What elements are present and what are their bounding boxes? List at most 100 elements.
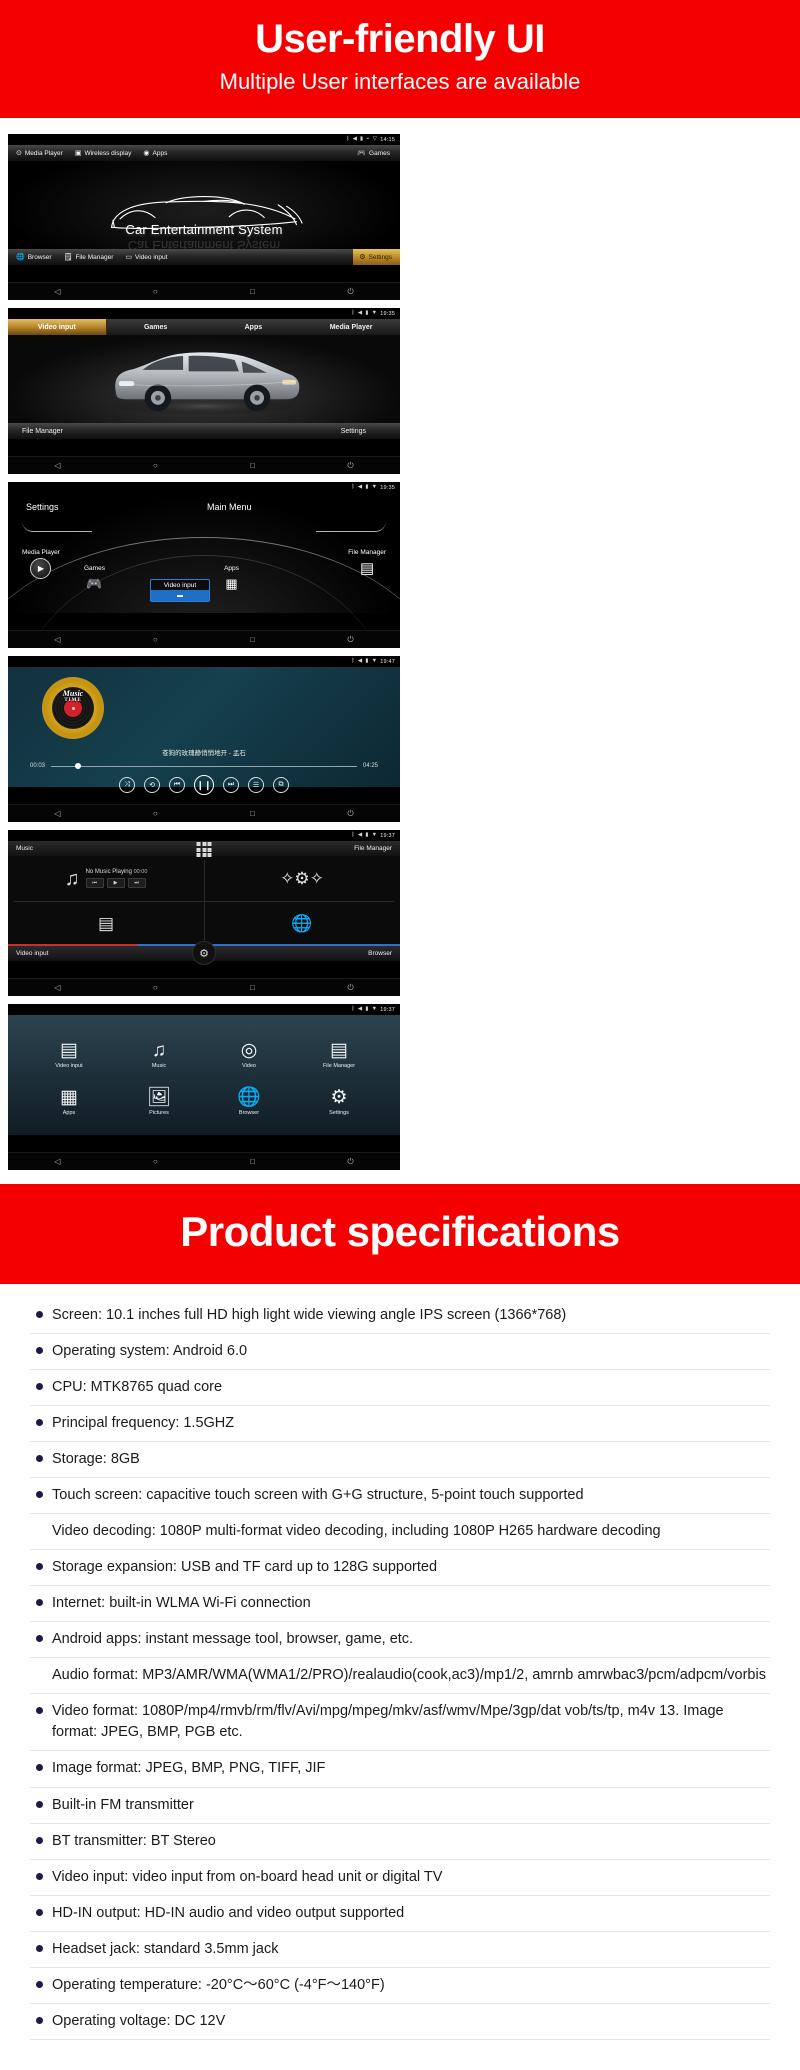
recents-icon[interactable]: □ — [250, 1157, 255, 1166]
play-icon[interactable]: ▶ — [106, 878, 125, 889]
back-icon[interactable]: ◁ — [54, 635, 60, 644]
menu-item-media-player[interactable]: ⊙ Media Player — [8, 145, 69, 161]
top-item-music[interactable]: Music — [16, 845, 33, 852]
play-circle-icon: ⊙ — [16, 149, 22, 157]
app-pictures[interactable]: 🖼 Pictures — [147, 1088, 171, 1116]
menu-item-browser[interactable]: 🌐 Browser — [8, 249, 58, 265]
menu-item-label: Browser — [27, 253, 52, 261]
playlist-icon[interactable]: ☰ — [248, 777, 264, 794]
power-icon[interactable]: ⏻ — [347, 635, 353, 644]
tab-apps[interactable]: Apps — [205, 319, 303, 335]
bullet-icon — [36, 1908, 43, 1916]
shuffle-icon[interactable]: ⤨ — [119, 777, 135, 794]
menu-item-apps[interactable]: Apps ▦ — [222, 565, 241, 593]
wifi-icon: ▼ — [371, 1005, 378, 1012]
power-icon[interactable]: ⏻ — [347, 1157, 353, 1166]
equalizer-icon[interactable]: ⧉ — [273, 777, 289, 794]
recents-icon[interactable]: □ — [250, 287, 255, 296]
recents-icon[interactable]: □ — [250, 461, 255, 470]
menu-item-video-input[interactable]: Video input ▬ — [150, 579, 210, 603]
menu-item-games[interactable]: 🎮 Games — [351, 145, 400, 161]
menu-item-games[interactable]: Games 🎮 — [84, 565, 105, 593]
app-file-manager[interactable]: ▤ File Manager — [323, 1041, 355, 1069]
tab-media-player[interactable]: Media Player — [302, 319, 400, 335]
status-time: 19:37 — [380, 1006, 395, 1013]
android-nav-bar: ◁ ○ □ ⏻ — [8, 282, 400, 301]
back-icon[interactable]: ◁ — [54, 287, 60, 296]
repeat-icon[interactable]: ⟲ — [144, 777, 160, 794]
gear-icon[interactable]: ⚙ — [192, 941, 216, 966]
app-browser[interactable]: 🌐 Browser — [237, 1088, 261, 1116]
spec-row: Internet: built-in WLMA Wi-Fi connection — [30, 1586, 770, 1623]
tab-bar: Video input Games Apps Media Player — [8, 319, 400, 336]
now-playing-widget[interactable]: ♫ No Music Playing 00:00 ⏮ ▶ ⏭ — [8, 856, 204, 901]
spec-text: Storage expansion: USB and TF card up to… — [52, 1559, 438, 1576]
gamepad-icon: 🎮 — [86, 575, 103, 591]
home-icon[interactable]: ○ — [153, 1157, 158, 1166]
tile-video-input[interactable]: ▤ — [8, 901, 204, 946]
menu-item-wireless-display[interactable]: ▣ Wireless display — [69, 145, 138, 161]
previous-icon[interactable]: ⏮ — [169, 777, 185, 794]
spec-text: Android apps: instant message tool, brow… — [52, 1631, 414, 1648]
back-icon[interactable]: ◁ — [54, 983, 60, 992]
mute-icon: ◀ — [357, 1005, 363, 1012]
menu-item-label: Apps — [224, 565, 239, 573]
back-icon[interactable]: ◁ — [54, 809, 60, 818]
app-apps[interactable]: ▦ Apps — [60, 1088, 78, 1116]
specifications-list: Screen: 10.1 inches full HD high light w… — [0, 1284, 800, 2069]
home-icon[interactable]: ○ — [153, 635, 158, 644]
recents-icon[interactable]: □ — [250, 809, 255, 818]
app-label: Music — [151, 1062, 167, 1069]
tile-browser[interactable]: 🌐 — [204, 901, 400, 946]
menu-item-apps[interactable]: ◉ Apps — [137, 145, 173, 161]
top-item-file-manager[interactable]: File Manager — [354, 845, 392, 852]
power-icon[interactable]: ⏻ — [347, 461, 353, 470]
seek-bar-row[interactable]: 00:03 04:25 — [30, 763, 378, 770]
next-icon[interactable]: ⏭ — [223, 777, 239, 794]
next-icon[interactable]: ⏭ — [127, 878, 146, 889]
top-menu-bar: ⊙ Media Player ▣ Wireless display ◉ Apps — [8, 145, 400, 162]
bottom-item-settings[interactable]: Settings — [341, 428, 366, 435]
previous-icon[interactable]: ⏮ — [85, 878, 104, 889]
menu-item-video-input[interactable]: ▭ Video input — [119, 249, 173, 265]
tile-settings-sparkle[interactable]: ✧⚙✧ — [204, 856, 400, 901]
spec-text: Video input: video input from on-board h… — [52, 1868, 443, 1885]
home-icon[interactable]: ○ — [153, 983, 158, 992]
menu-item-file-manager[interactable]: File Manager ▤ — [348, 549, 386, 577]
bottom-item-browser[interactable]: Browser — [368, 950, 392, 957]
tab-video-input[interactable]: Video input — [8, 319, 107, 336]
bottom-item-video-input[interactable]: Video input — [16, 950, 48, 957]
spec-row: Image format: JPEG, BMP, PNG, TIFF, JIF — [30, 1751, 770, 1788]
back-icon[interactable]: ◁ — [54, 1157, 60, 1166]
bullet-icon — [36, 1563, 43, 1571]
back-icon[interactable]: ◁ — [54, 461, 60, 470]
power-icon[interactable]: ⏻ — [347, 287, 353, 296]
recents-icon[interactable]: □ — [250, 983, 255, 992]
app-video[interactable]: ◎ Video — [241, 1041, 258, 1069]
menu-item-file-manager[interactable]: 🗒 File Manager — [58, 249, 120, 265]
app-video-input[interactable]: ▤ Video input — [55, 1041, 82, 1069]
power-icon[interactable]: ⏻ — [347, 983, 353, 992]
seek-bar[interactable] — [51, 763, 357, 770]
status-time: 19:35 — [380, 310, 395, 317]
app-settings[interactable]: ⚙ Settings — [329, 1088, 349, 1116]
spec-row: BT transmitter: BT Stereo — [30, 1824, 770, 1860]
bottom-item-file-manager[interactable]: File Manager — [22, 428, 63, 435]
app-music[interactable]: ♫ Music — [152, 1041, 166, 1069]
recents-icon[interactable]: □ — [250, 635, 255, 644]
home-icon[interactable]: ○ — [153, 287, 158, 296]
wifi-icon: ▼ — [371, 483, 378, 490]
header-settings[interactable]: Settings — [26, 502, 59, 512]
wifi-icon: ▼ — [371, 831, 378, 838]
home-icon[interactable]: ○ — [153, 461, 158, 470]
seek-knob[interactable] — [75, 763, 82, 770]
menu-item-label: Games — [369, 149, 390, 157]
power-icon[interactable]: ⏻ — [347, 809, 353, 818]
tab-games[interactable]: Games — [107, 319, 205, 335]
sd-card-icon: ▮ — [365, 483, 369, 490]
menu-item-media-player[interactable]: Media Player ▶ — [22, 549, 60, 580]
apps-grid-icon[interactable] — [196, 842, 212, 858]
home-icon[interactable]: ○ — [153, 809, 158, 818]
pause-icon[interactable]: ❙❙ — [194, 775, 214, 796]
menu-item-settings[interactable]: ⚙ Settings — [353, 249, 400, 266]
